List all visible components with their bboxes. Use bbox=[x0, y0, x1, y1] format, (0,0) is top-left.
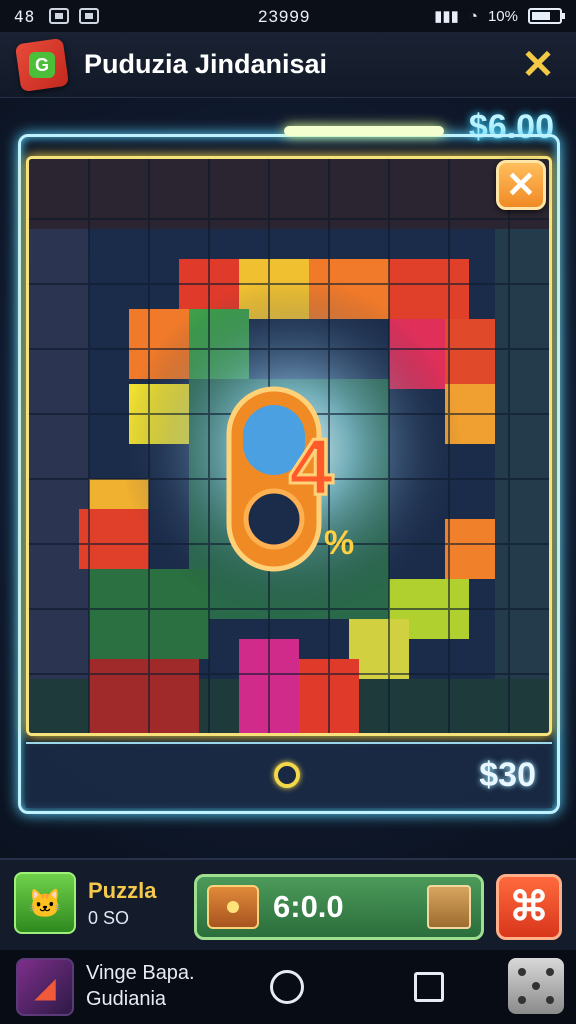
coin-bar[interactable]: 6:0.0 bbox=[194, 874, 484, 940]
game-area: $6.00 4 % ✕ $30 bbox=[0, 98, 576, 858]
status-right: ▮▮▮ ◔ 10% bbox=[434, 7, 565, 25]
status-time: 48 bbox=[14, 6, 36, 26]
recents-button[interactable] bbox=[414, 972, 444, 1002]
status-bar: 48 23999 ▮▮▮ ◔ 10% bbox=[0, 0, 576, 32]
recent-app-line1: Vinge Bapa. bbox=[86, 962, 195, 984]
image-notification-icon bbox=[49, 8, 70, 24]
bottom-price: $30 bbox=[479, 756, 536, 794]
home-button[interactable] bbox=[270, 970, 304, 1004]
page-title: Puduzia Jindanisai bbox=[84, 49, 328, 79]
puzzle-board[interactable]: 4 % bbox=[26, 156, 552, 736]
recent-app-label[interactable]: Vinge Bapa. Gudiania bbox=[86, 960, 195, 1012]
signal-icon: ▮▮▮ bbox=[434, 8, 459, 25]
action-button[interactable]: ⌘ bbox=[496, 874, 562, 940]
app-logo-icon: G bbox=[14, 37, 70, 92]
system-nav-bar: ◢ Vinge Bapa. Gudiania bbox=[0, 950, 576, 1024]
puzzle-pieces[interactable]: 4 % bbox=[29, 159, 552, 736]
battery-text: 10% bbox=[487, 7, 518, 25]
puzzle-piece[interactable] bbox=[445, 519, 495, 579]
player-bar: 🐱 Puzzla 0 SO 6:0.0 ⌘ bbox=[0, 858, 576, 950]
wifi-icon: ◔ bbox=[468, 7, 478, 25]
player-sub: 0 SO bbox=[88, 908, 130, 928]
puzzle-piece[interactable] bbox=[89, 659, 199, 736]
dice-icon[interactable] bbox=[508, 958, 564, 1014]
status-clock: 23999 bbox=[258, 7, 311, 26]
puzzle-piece[interactable] bbox=[389, 259, 469, 319]
box-icon bbox=[427, 885, 471, 929]
app-header: G Puduzia Jindanisai ✕ bbox=[0, 32, 576, 98]
chest-icon bbox=[207, 885, 259, 929]
logo-g-icon: G bbox=[29, 51, 55, 78]
board-close-button[interactable]: ✕ bbox=[496, 160, 546, 210]
close-button[interactable]: ✕ bbox=[518, 45, 558, 85]
center-sub: % bbox=[324, 524, 354, 562]
recent-app-line2: Gudiania bbox=[86, 988, 167, 1010]
status-notification-icons bbox=[49, 8, 100, 24]
player-name: Puzzla bbox=[88, 878, 157, 903]
ring-indicator-icon[interactable] bbox=[274, 762, 300, 788]
media-notification-icon bbox=[79, 8, 100, 24]
coin-value: 6:0.0 bbox=[273, 889, 344, 924]
avatar[interactable]: 🐱 bbox=[14, 872, 76, 934]
board-footer: $30 bbox=[26, 742, 552, 808]
battery-icon bbox=[528, 8, 565, 24]
center-glyph: 4 bbox=[289, 422, 334, 511]
recent-app-thumbnail-icon[interactable]: ◢ bbox=[16, 958, 74, 1016]
puzzle-piece[interactable] bbox=[445, 319, 495, 389]
progress-glow-bar bbox=[284, 126, 444, 136]
